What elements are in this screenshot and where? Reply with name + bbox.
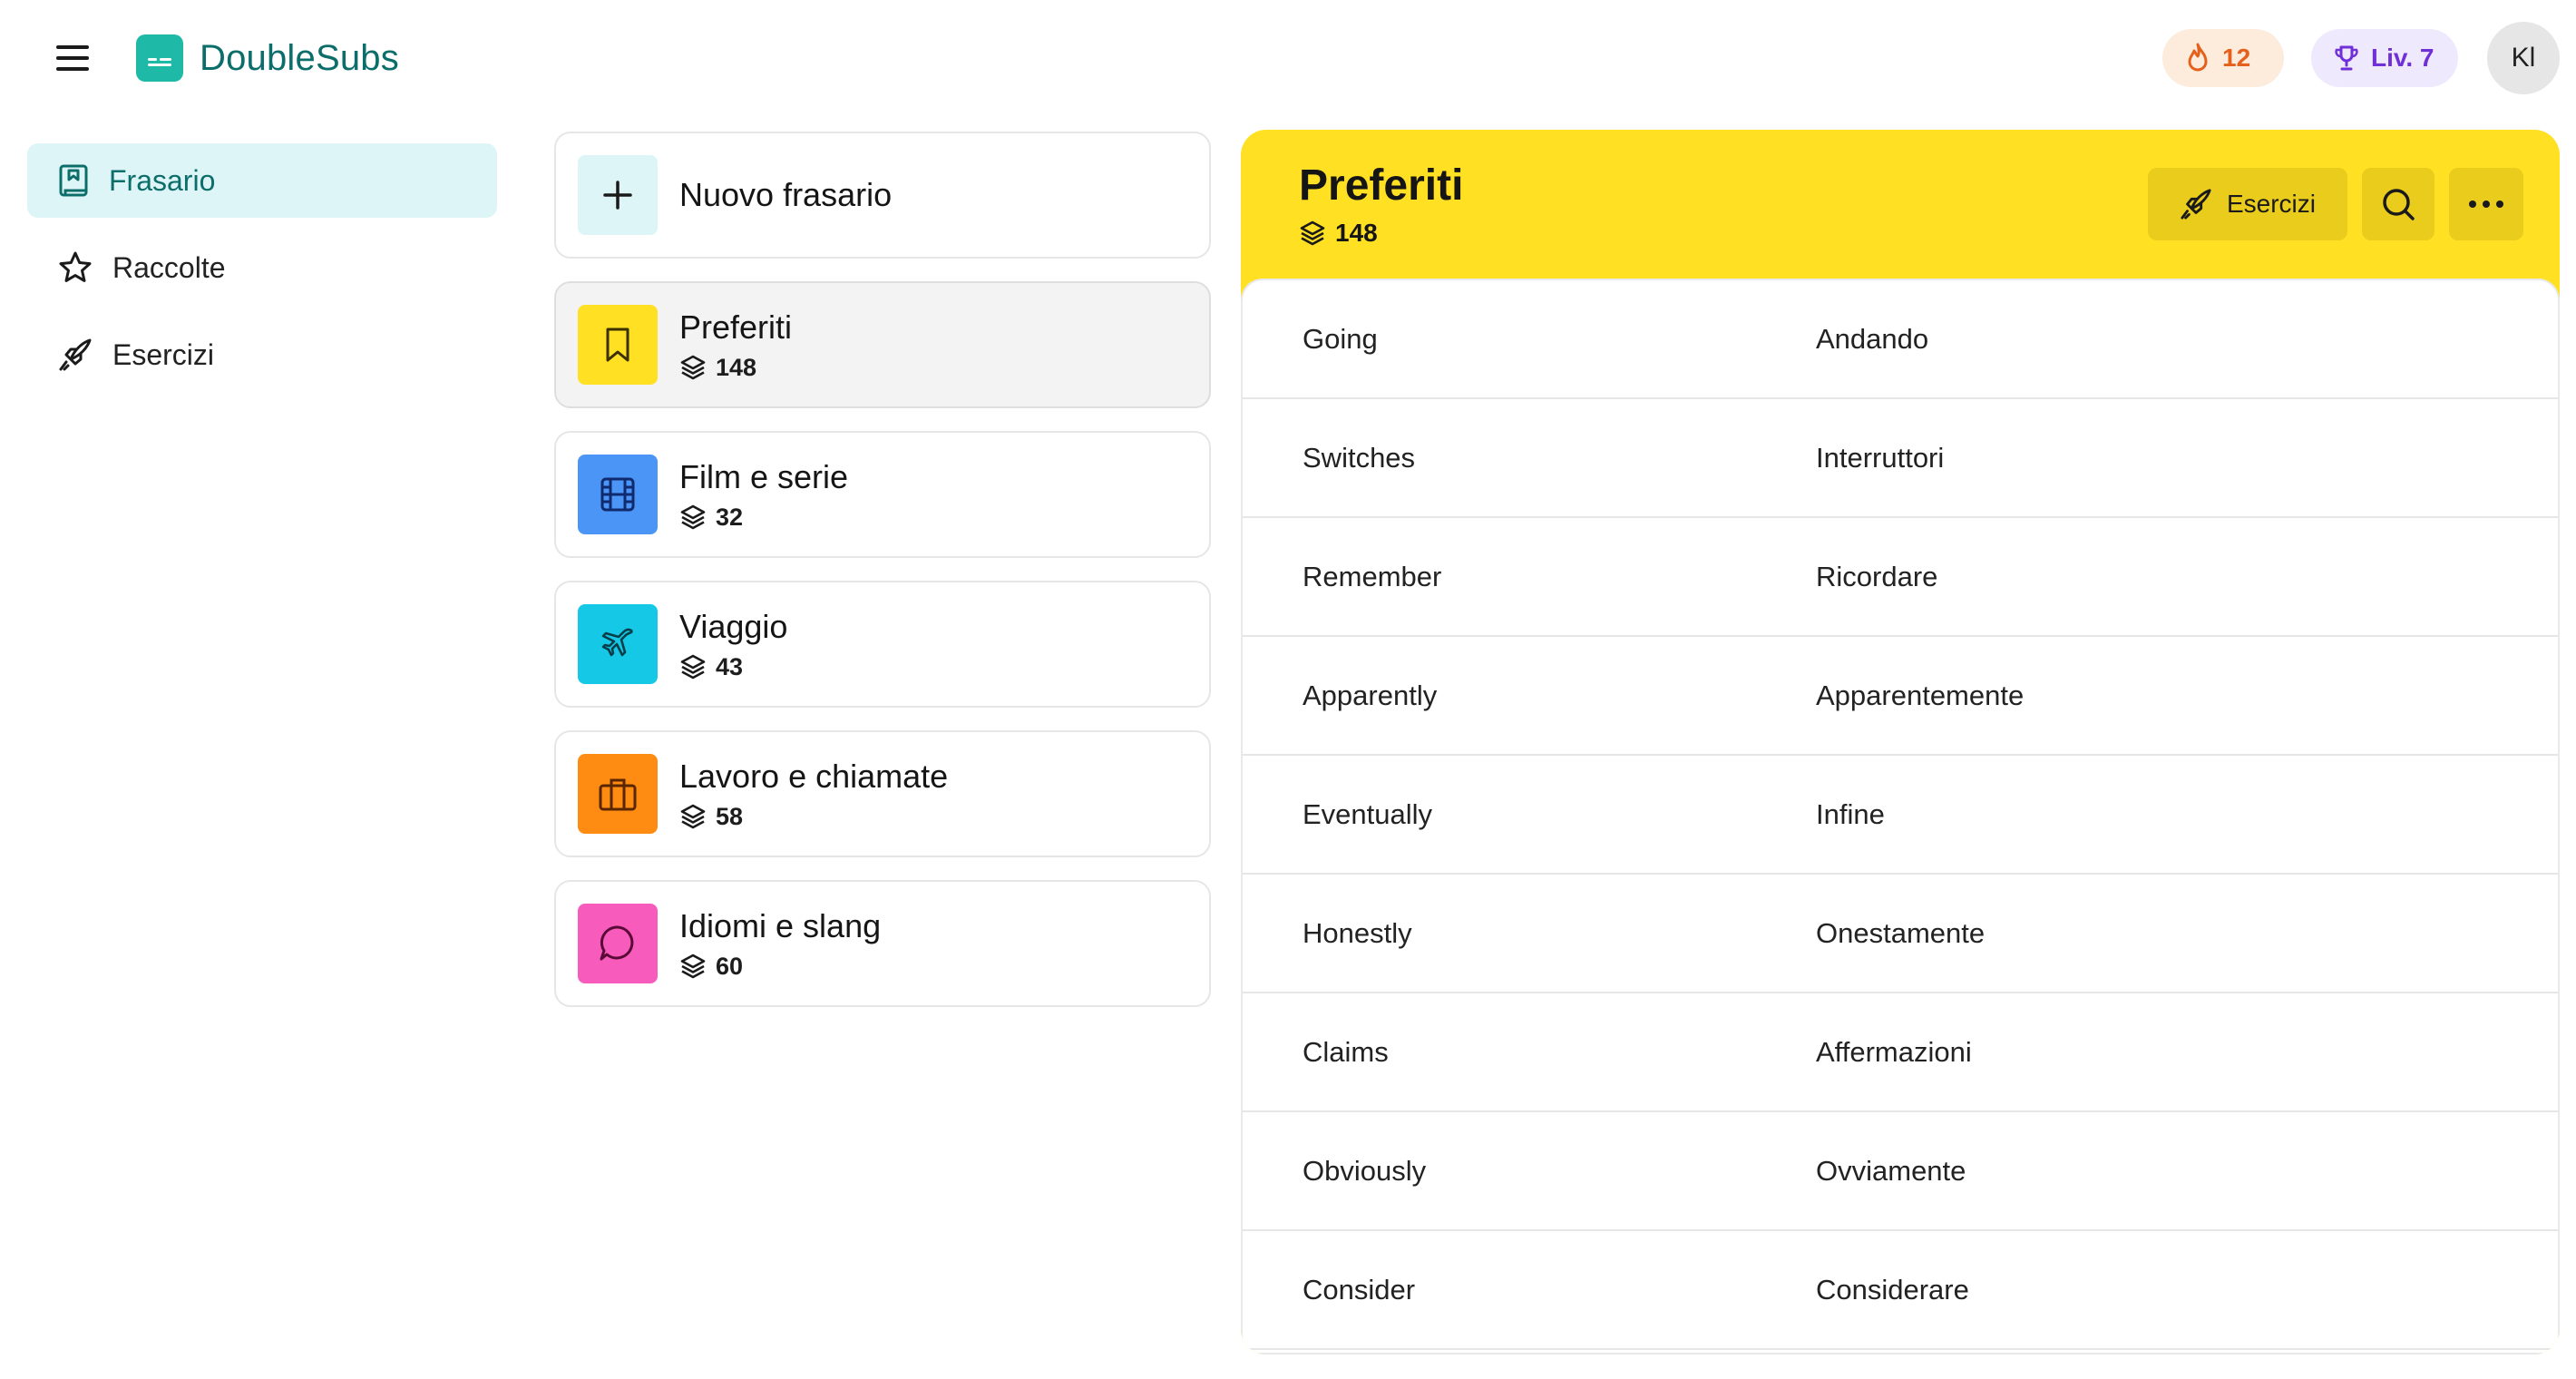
- more-options-button[interactable]: [2449, 168, 2523, 240]
- phrase-row[interactable]: Obviously Ovviamente: [1243, 1112, 2558, 1231]
- phrase-count: 32: [716, 503, 744, 531]
- phrase-source: Apparently: [1303, 679, 1438, 711]
- layers-icon: [1300, 220, 1325, 246]
- phrase-source: Going: [1303, 322, 1378, 355]
- new-phrasebook-button[interactable]: Nuovo frasario: [554, 132, 1211, 259]
- detail-count-value: 148: [1335, 219, 1378, 247]
- search-icon: [2383, 189, 2415, 220]
- rocket-icon: [2181, 189, 2211, 220]
- phrase-translation: Andando: [1816, 322, 1929, 355]
- phrase-source: Eventually: [1303, 797, 1433, 830]
- phrase-translation: Onestamente: [1816, 916, 1986, 949]
- layers-icon: [680, 355, 706, 380]
- phrase-row[interactable]: Eventually Infine: [1243, 756, 2558, 875]
- phrase-source: Consider: [1303, 1273, 1416, 1306]
- detail-count: 148: [1299, 219, 1378, 248]
- more-dots-icon: [2469, 200, 2503, 208]
- app-name: DoubleSubs: [200, 37, 399, 78]
- phrase-translation: Ovviamente: [1816, 1154, 1966, 1187]
- exercises-label: Esercizi: [2226, 190, 2316, 218]
- sidebar-item-label: Raccolte: [112, 250, 226, 284]
- layers-icon: [680, 804, 706, 829]
- film-icon: [578, 455, 658, 534]
- rocket-icon: [59, 338, 92, 371]
- phrase-row[interactable]: Claims Affermazioni: [1243, 993, 2558, 1112]
- phrase-source: Remember: [1303, 560, 1442, 592]
- streak-badge[interactable]: 12: [2162, 29, 2284, 87]
- top-bar: DoubleSubs 12 Liv. 7 Kl: [0, 0, 2576, 116]
- level-label: Liv. 7: [2371, 44, 2435, 72]
- phrasebook-title: Viaggio: [679, 607, 788, 645]
- phrase-translation: Ricordare: [1816, 560, 1938, 592]
- sidebar-item-frasario[interactable]: Frasario: [27, 143, 497, 218]
- phrase-source: Claims: [1303, 1035, 1389, 1068]
- sidebar-item-label: Esercizi: [112, 337, 215, 371]
- star-icon: [59, 251, 92, 282]
- hamburger-icon: [56, 45, 89, 71]
- layers-icon: [680, 654, 706, 680]
- phrase-list: Going Andando Switches Interruttori Reme…: [1241, 279, 2560, 1355]
- plane-icon: [578, 604, 658, 684]
- new-phrasebook-label: Nuovo frasario: [679, 176, 893, 213]
- phrase-translation: Infine: [1816, 797, 1885, 830]
- phrasebook-card-lavoro-e-chiamate[interactable]: Lavoro e chiamate 58: [554, 730, 1211, 857]
- phrase-row[interactable]: Remember Ricordare: [1243, 518, 2558, 637]
- phrase-source: Honestly: [1303, 916, 1412, 949]
- flame-icon: [2188, 43, 2208, 72]
- phrase-row[interactable]: Switches Interruttori: [1243, 399, 2558, 518]
- phrasebook-title: Film e serie: [679, 457, 849, 495]
- sidebar-item-raccolte[interactable]: Raccolte: [27, 230, 497, 305]
- phrase-row[interactable]: Apparently Apparentemente: [1243, 637, 2558, 756]
- phrase-count: 43: [716, 652, 744, 680]
- phrasebook-card-viaggio[interactable]: Viaggio 43: [554, 581, 1211, 708]
- phrase-translation: Affermazioni: [1816, 1035, 1972, 1068]
- detail-header: Preferiti 148 Esercizi: [1241, 130, 2560, 282]
- phrase-count: 58: [716, 802, 744, 830]
- phrasebook-title: Lavoro e chiamate: [679, 757, 949, 795]
- phrase-row[interactable]: Going Andando: [1243, 280, 2558, 399]
- phrase-translation: Apparentemente: [1816, 679, 2025, 711]
- briefcase-icon: [578, 754, 658, 834]
- brand[interactable]: DoubleSubs: [136, 34, 399, 82]
- chat-bubble-icon: [578, 904, 658, 983]
- phrase-source: Obviously: [1303, 1154, 1427, 1187]
- plus-icon: [578, 155, 658, 235]
- phrasebook-list: Nuovo frasario Preferiti 148 Film e seri…: [554, 132, 1211, 1030]
- phrasebook-card-film-e-serie[interactable]: Film e serie 32: [554, 431, 1211, 558]
- search-button[interactable]: [2362, 168, 2435, 240]
- menu-button[interactable]: [42, 31, 103, 85]
- layers-icon: [680, 954, 706, 979]
- sidebar-item-esercizi[interactable]: Esercizi: [27, 318, 497, 392]
- phrasebook-title: Preferiti: [679, 308, 793, 346]
- phrase-source: Switches: [1303, 441, 1416, 474]
- phrasebook-title: Idiomi e slang: [679, 906, 882, 944]
- layers-icon: [680, 504, 706, 530]
- phrase-count: 60: [716, 952, 744, 980]
- sidebar-item-label: Frasario: [109, 163, 216, 197]
- detail-title: Preferiti: [1299, 161, 1464, 210]
- phrase-translation: Considerare: [1816, 1273, 1969, 1306]
- user-avatar[interactable]: Kl: [2487, 22, 2560, 94]
- sidebar-nav: Frasario Raccolte Esercizi: [27, 143, 497, 405]
- bookmark-icon: [578, 305, 658, 385]
- phrasebook-card-idiomi-e-slang[interactable]: Idiomi e slang 60: [554, 880, 1211, 1007]
- avatar-initials: Kl: [2511, 43, 2536, 73]
- phrasebook-detail-panel: Preferiti 148 Esercizi Going Andando Swi…: [1241, 130, 2560, 1355]
- trophy-icon: [2335, 45, 2358, 71]
- phrase-row[interactable]: Honestly Onestamente: [1243, 875, 2558, 993]
- phrase-row[interactable]: Consider Considerare: [1243, 1231, 2558, 1350]
- exercises-button[interactable]: Esercizi: [2148, 168, 2347, 240]
- streak-count: 12: [2222, 44, 2251, 72]
- level-badge[interactable]: Liv. 7: [2311, 29, 2458, 87]
- phrasebook-icon: [59, 164, 88, 197]
- phrase-translation: Interruttori: [1816, 441, 1945, 474]
- phrase-count: 148: [716, 353, 757, 381]
- phrasebook-card-preferiti[interactable]: Preferiti 148: [554, 281, 1211, 408]
- subtitles-logo-icon: [136, 34, 183, 82]
